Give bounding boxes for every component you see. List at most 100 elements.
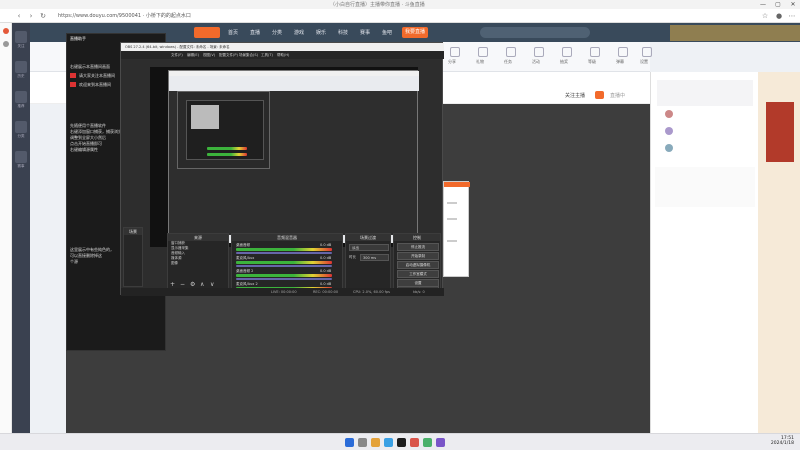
mixer-track: 桌面音频 0.0 dB	[236, 243, 340, 255]
bitrate: kb/s: 0	[413, 290, 425, 294]
track-level: 0.0 dB	[320, 243, 332, 247]
volume-slider[interactable]	[236, 265, 332, 267]
app-icon[interactable]	[423, 438, 432, 447]
clock-date: 2024/1/18	[770, 441, 794, 446]
category-icon[interactable]	[15, 121, 27, 133]
transitions-header: 场景过渡	[346, 234, 390, 241]
tip-step: 右键添加窗口捕获，捕获浏览器	[70, 129, 126, 134]
site-logo[interactable]	[194, 27, 220, 38]
nav-entertainment[interactable]: 娱乐	[316, 29, 326, 36]
context-menu-accent	[444, 182, 470, 187]
duration-input[interactable]: 300 ms	[360, 254, 389, 261]
danmaku-icon[interactable]	[618, 47, 628, 57]
obs-icon[interactable]	[397, 438, 406, 447]
move-up-icon[interactable]: ∧	[200, 281, 204, 288]
transition-select[interactable]: 淡出	[349, 244, 389, 251]
nav-live[interactable]: 直播	[250, 29, 260, 36]
cpu-usage: CPU: 2.0%, 60.00 fps	[353, 290, 390, 294]
nav-category[interactable]: 分类	[272, 29, 282, 36]
tip-note: 这里展示中有些纯色的，	[70, 247, 114, 252]
toolbar-label-lottery: 抽奖	[560, 59, 568, 64]
rail-label-event: 赛事	[17, 164, 25, 168]
volume-slider[interactable]	[236, 252, 332, 254]
rail-label-follow: 关注	[17, 44, 25, 48]
level-icon[interactable]	[590, 47, 600, 57]
menu-item[interactable]	[447, 240, 457, 242]
source-item[interactable]: 图像	[168, 261, 228, 266]
lottery-icon[interactable]	[562, 47, 572, 57]
tip-step: 右键编辑源属性	[70, 147, 98, 152]
search-icon[interactable]	[358, 438, 367, 447]
volume-slider[interactable]	[236, 278, 332, 280]
start-icon[interactable]	[345, 438, 354, 447]
url-field[interactable]: https://www.douyu.com/9500041 · 小桥下的的起点水…	[58, 12, 191, 19]
menu-icon[interactable]: ⋯	[787, 11, 797, 21]
menu-tools[interactable]: 工具(T)	[261, 51, 273, 59]
toolbar-label-activity: 活动	[532, 59, 540, 64]
nav-home[interactable]: 首页	[228, 29, 238, 36]
app-icon[interactable]	[410, 438, 419, 447]
avatar[interactable]	[665, 144, 673, 152]
start-recording-button[interactable]: 开始录制	[397, 252, 439, 260]
follow-label[interactable]: 关注主播	[565, 92, 585, 99]
profile-icon[interactable]: ●	[774, 11, 784, 21]
sidebar-add-icon[interactable]	[3, 41, 9, 47]
close-button[interactable]: ✕	[786, 0, 800, 9]
go-live-button[interactable]: 我要直播	[402, 27, 429, 38]
move-down-icon[interactable]: ∨	[210, 281, 214, 288]
virtual-camera-button[interactable]: 启动虚拟摄像机	[397, 261, 439, 269]
deep-preview	[191, 105, 219, 129]
forward-icon[interactable]: ›	[26, 11, 36, 21]
clock[interactable]: 17:51 2024/1/18	[760, 436, 794, 446]
tip-line: 请大家关注本直播间	[79, 73, 115, 78]
source-settings-icon[interactable]: ⚙	[190, 281, 195, 288]
back-icon[interactable]: ‹	[14, 11, 24, 21]
follow-icon[interactable]	[15, 31, 27, 43]
menu-file[interactable]: 文件(F)	[171, 51, 183, 59]
live-timer: LIVE: 00:00:00	[271, 290, 297, 294]
volume-meter	[236, 274, 332, 277]
promo-banner[interactable]	[758, 72, 800, 433]
search-input[interactable]	[480, 27, 590, 38]
avatar[interactable]	[665, 110, 673, 118]
task-icon[interactable]	[506, 47, 516, 57]
menu-scenes[interactable]: 场景集合(S)	[239, 51, 258, 59]
recommend-icon[interactable]	[15, 91, 27, 103]
minimize-button[interactable]: —	[756, 0, 770, 9]
sources-dock: 来源 窗口捕获 显示器采集 音频输入 媒体源 图像 + − ⚙ ∧ ∨	[167, 233, 229, 293]
explorer-icon[interactable]	[371, 438, 380, 447]
menu-view[interactable]: 视图(V)	[203, 51, 215, 59]
stop-streaming-button[interactable]: 停止推流	[397, 243, 439, 251]
tip-panel-title: 直播助手	[70, 36, 86, 41]
menu-edit[interactable]: 编辑(E)	[187, 51, 199, 59]
nav-yuba[interactable]: 鱼吧	[382, 29, 392, 36]
address-bar-row: ‹ › ↻ https://www.douyu.com/9500041 · 小桥…	[0, 9, 800, 23]
nav-tech[interactable]: 科技	[338, 29, 348, 36]
sidebar-app-icon[interactable]	[3, 28, 9, 34]
add-source-icon[interactable]: +	[170, 281, 175, 288]
scenes-header: 场景	[124, 228, 142, 235]
activity-icon[interactable]	[534, 47, 544, 57]
share-icon[interactable]	[450, 47, 460, 57]
event-icon[interactable]	[15, 151, 27, 163]
remove-source-icon[interactable]: −	[180, 281, 185, 288]
menu-help[interactable]: 帮助(H)	[277, 51, 289, 59]
menu-profile[interactable]: 配置文件(P)	[219, 51, 238, 59]
tab-title[interactable]: （小白自行直播）主播带你直播 · 斗鱼直播	[330, 1, 425, 8]
maximize-button[interactable]: ▢	[771, 0, 785, 9]
obs-preview[interactable]	[150, 67, 419, 247]
obs-statusbar: LIVE: 00:00:00 REC: 00:00:00 CPU: 2.0%, …	[121, 288, 444, 296]
studio-mode-button[interactable]: 工作室模式	[397, 270, 439, 278]
gift-icon[interactable]	[478, 47, 488, 57]
extensions-icon[interactable]: ☆	[760, 11, 770, 21]
settings-icon[interactable]	[642, 47, 652, 57]
browser-icon[interactable]	[384, 438, 393, 447]
avatar[interactable]	[665, 127, 673, 135]
reload-icon[interactable]: ↻	[38, 11, 48, 21]
history-icon[interactable]	[15, 61, 27, 73]
nav-events[interactable]: 赛事	[360, 29, 370, 36]
app-icon[interactable]	[436, 438, 445, 447]
menu-item[interactable]	[447, 218, 457, 220]
menu-item[interactable]	[447, 202, 457, 204]
nav-game[interactable]: 游戏	[294, 29, 304, 36]
